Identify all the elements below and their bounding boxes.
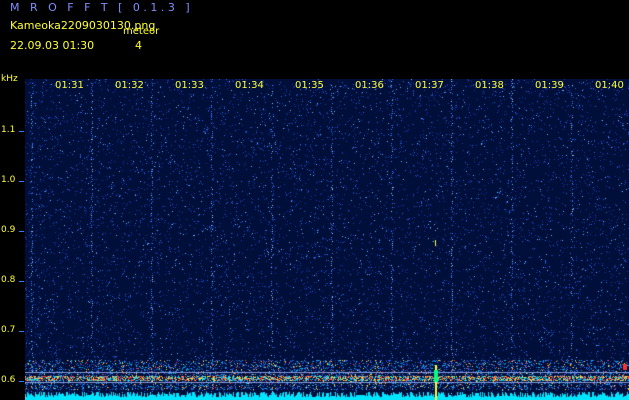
meteor-count: 4 [135,39,142,52]
x-tick-label: 01:32 [115,80,144,91]
x-tick-label: 01:39 [535,80,564,91]
y-tick-label: 1.1 [1,125,16,135]
y-tick-mark [19,131,24,132]
y-tick-label: 1.0 [1,175,16,185]
x-tick-label: 01:40 [595,80,624,91]
y-tick-mark [19,181,24,182]
spectrogram [25,79,629,400]
y-tick-label: 0.9 [1,225,16,235]
y-tick-mark [19,331,24,332]
x-tick-label: 01:36 [355,80,384,91]
x-tick-label: 01:31 [55,80,84,91]
y-tick-label: 0.7 [1,325,16,335]
y-tick-mark [19,231,24,232]
x-tick-label: 01:37 [415,80,444,91]
mrofft-window: M R O F F T [ 0.1.3 ] Kameoka2209030130.… [0,0,629,400]
y-tick-mark [19,281,24,282]
x-tick-label: 01:33 [175,80,204,91]
spectrogram-canvas [25,79,629,400]
x-tick-label: 01:34 [235,80,264,91]
x-tick-label: 01:38 [475,80,504,91]
x-tick-label: 01:35 [295,80,324,91]
app-title: M R O F F T [ 0.1.3 ] [10,1,194,14]
y-tick-label: 0.8 [1,275,16,285]
y-tick-label: 0.6 [1,375,16,385]
meteor-label: meteor [123,26,160,37]
y-axis: 1.1 1.0 0.9 0.8 0.7 0.6 [0,79,25,400]
y-tick-mark [19,381,24,382]
timestamp: 22.09.03 01:30 [10,39,95,52]
